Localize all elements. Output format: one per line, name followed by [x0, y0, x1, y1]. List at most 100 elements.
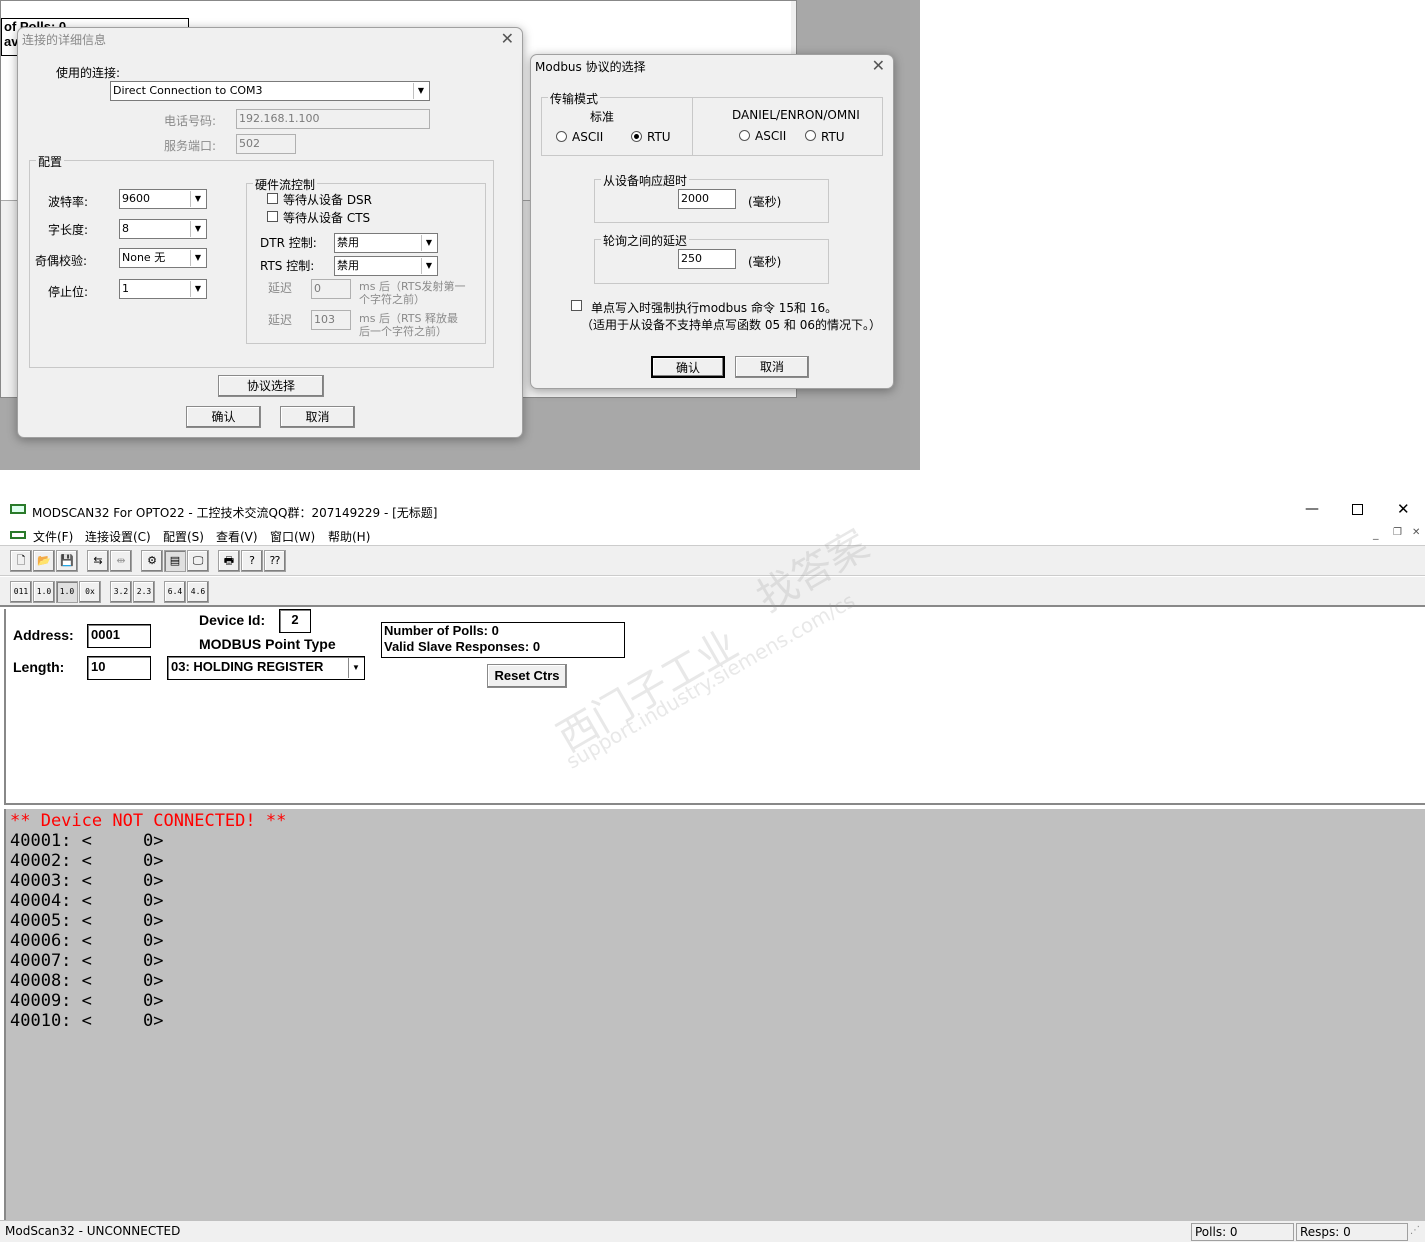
word-length-select[interactable]: 8 ▼ [119, 219, 207, 239]
open-icon[interactable]: 📂 [33, 550, 55, 572]
length-label: Length: [13, 659, 65, 675]
maximize-icon[interactable] [1352, 504, 1363, 515]
integer-format-icon[interactable]: 1.0 [56, 581, 78, 603]
ok-button[interactable]: 确认 [651, 356, 725, 378]
menu-bar: 文件(F) 连接设置(C) 配置(S) 查看(V) 窗口(W) 帮助(H) _ … [0, 524, 1425, 546]
protocol-select-button[interactable]: 协议选择 [218, 375, 324, 397]
double-swap-icon[interactable]: 4.6 [187, 581, 209, 603]
register-row[interactable]: 40009: < 0> [10, 991, 164, 1011]
address-input[interactable]: 0001 [87, 624, 151, 648]
new-icon[interactable]: 🗋 [10, 550, 32, 572]
delay1-label: 延迟 [268, 281, 293, 295]
force-multi-write-note: （适用于从设备不支持单点写函数 05 和 06的情况下。） [581, 318, 881, 332]
phone-field[interactable]: 192.168.1.100 [236, 109, 430, 129]
menu-window[interactable]: 窗口(W) [270, 528, 315, 545]
register-row[interactable]: 40004: < 0> [10, 891, 164, 911]
port-field[interactable]: 502 [236, 134, 296, 154]
close-icon[interactable]: ✕ [501, 31, 514, 47]
chevron-down-icon[interactable]: ▼ [190, 191, 205, 207]
delay2-field[interactable]: 103 [311, 310, 351, 330]
chevron-down-icon[interactable]: ▼ [190, 221, 205, 237]
register-row[interactable]: 40010: < 0> [10, 1011, 164, 1031]
display-toolbar: 011 1.0 1.0 0x 3.2 2.3 6.4 4.6 [0, 577, 1425, 607]
standard-ascii-radio[interactable] [556, 131, 567, 142]
length-input[interactable]: 10 [87, 656, 151, 680]
reset-counters-button[interactable]: Reset Ctrs [487, 664, 567, 688]
disconnect-icon[interactable]: ⇹ [110, 550, 132, 572]
register-row[interactable]: 40005: < 0> [10, 911, 164, 931]
cancel-button[interactable]: 取消 [280, 406, 355, 428]
dtr-select[interactable]: 禁用 ▼ [334, 233, 438, 253]
rts-select-value: 禁用 [337, 259, 359, 272]
daniel-label: DANIEL/ENRON/OMNI [732, 108, 860, 122]
resize-grip-icon[interactable]: ⋰ [1410, 1225, 1420, 1236]
setup-icon[interactable]: ⚙ [141, 550, 163, 572]
register-row[interactable]: 40007: < 0> [10, 951, 164, 971]
connection-details-dialog: 连接的详细信息 ✕ 使用的连接: Direct Connection to CO… [17, 27, 523, 438]
standard-rtu-label: RTU [647, 130, 671, 144]
menu-setup[interactable]: 配置(S) [163, 528, 204, 545]
menu-view[interactable]: 查看(V) [216, 528, 258, 545]
register-row[interactable]: 40003: < 0> [10, 871, 164, 891]
hex-format-icon[interactable]: 0x [79, 581, 101, 603]
decimal-format-icon[interactable]: 1.0 [33, 581, 55, 603]
poll-delay-field[interactable]: 250 [678, 249, 736, 269]
daniel-rtu-radio[interactable] [805, 130, 816, 141]
chevron-down-icon[interactable]: ▼ [190, 250, 205, 266]
connect-icon[interactable]: ⇆ [87, 550, 109, 572]
connection-select[interactable]: Direct Connection to COM3 ▼ [110, 81, 430, 101]
float-swap-icon[interactable]: 2.3 [133, 581, 155, 603]
display-icon[interactable]: ▤ [164, 550, 186, 572]
daniel-ascii-radio[interactable] [739, 130, 750, 141]
about-icon[interactable]: ? [241, 550, 263, 572]
wait-cts-checkbox[interactable] [267, 211, 278, 222]
chevron-down-icon[interactable]: ▼ [421, 235, 436, 251]
menu-connection[interactable]: 连接设置(C) [85, 528, 151, 545]
standard-ascii-label: ASCII [572, 130, 604, 144]
close-icon[interactable]: ✕ [1397, 500, 1410, 518]
context-help-icon[interactable]: ⁇ [264, 550, 286, 572]
parity-select[interactable]: None 无 ▼ [119, 248, 207, 268]
delay2-note: 后一个字符之前） [359, 325, 447, 338]
register-row[interactable]: 40006: < 0> [10, 931, 164, 951]
status-polls: Polls: 0 [1191, 1223, 1294, 1241]
float-format-icon[interactable]: 3.2 [110, 581, 132, 603]
menu-file[interactable]: 文件(F) [33, 528, 73, 545]
stop-bits-select[interactable]: 1 ▼ [119, 279, 207, 299]
register-row[interactable]: 40001: < 0> [10, 831, 164, 851]
baud-select-value: 9600 [122, 192, 150, 205]
standard-rtu-radio[interactable] [631, 131, 642, 142]
minimize-icon[interactable]: — [1305, 501, 1319, 517]
wait-dsr-checkbox[interactable] [267, 193, 278, 204]
stop-bits-label: 停止位: [48, 285, 89, 299]
point-type-select[interactable]: 03: HOLDING REGISTER ▼ [167, 656, 365, 680]
cancel-button[interactable]: 取消 [735, 356, 809, 378]
delay2-label: 延迟 [268, 313, 293, 327]
binary-format-icon[interactable]: 011 [10, 581, 32, 603]
chevron-down-icon[interactable]: ▼ [421, 258, 436, 274]
register-row[interactable]: 40008: < 0> [10, 971, 164, 991]
monitor-icon[interactable]: 🖵 [187, 550, 209, 572]
baud-select[interactable]: 9600 ▼ [119, 189, 207, 209]
status-resps: Resps: 0 [1296, 1223, 1408, 1241]
timeout-field[interactable]: 2000 [678, 189, 736, 209]
ok-button[interactable]: 确认 [186, 406, 261, 428]
register-row[interactable]: 40002: < 0> [10, 851, 164, 871]
double-format-icon[interactable]: 6.4 [164, 581, 186, 603]
close-icon[interactable]: ✕ [872, 58, 885, 74]
force-multi-write-checkbox[interactable] [571, 300, 582, 311]
save-icon[interactable]: 💾 [56, 550, 78, 572]
status-bar: ModScan32 - UNCONNECTED Polls: 0 Resps: … [0, 1220, 1425, 1242]
chevron-down-icon[interactable]: ▼ [190, 281, 205, 297]
child-minimize-icon[interactable]: _ [1373, 527, 1379, 540]
menu-help[interactable]: 帮助(H) [328, 528, 370, 545]
child-restore-icon[interactable]: ❐ [1393, 527, 1402, 538]
device-id-input[interactable]: 2 [279, 609, 311, 633]
print-icon[interactable]: 🖶 [218, 550, 240, 572]
delay1-field[interactable]: 0 [311, 279, 351, 299]
connection-error: ** Device NOT CONNECTED! ** [10, 811, 287, 831]
chevron-down-icon[interactable]: ▼ [413, 83, 428, 99]
chevron-down-icon[interactable]: ▼ [348, 658, 363, 678]
rts-select[interactable]: 禁用 ▼ [334, 256, 438, 276]
child-close-icon[interactable]: ✕ [1412, 527, 1420, 538]
